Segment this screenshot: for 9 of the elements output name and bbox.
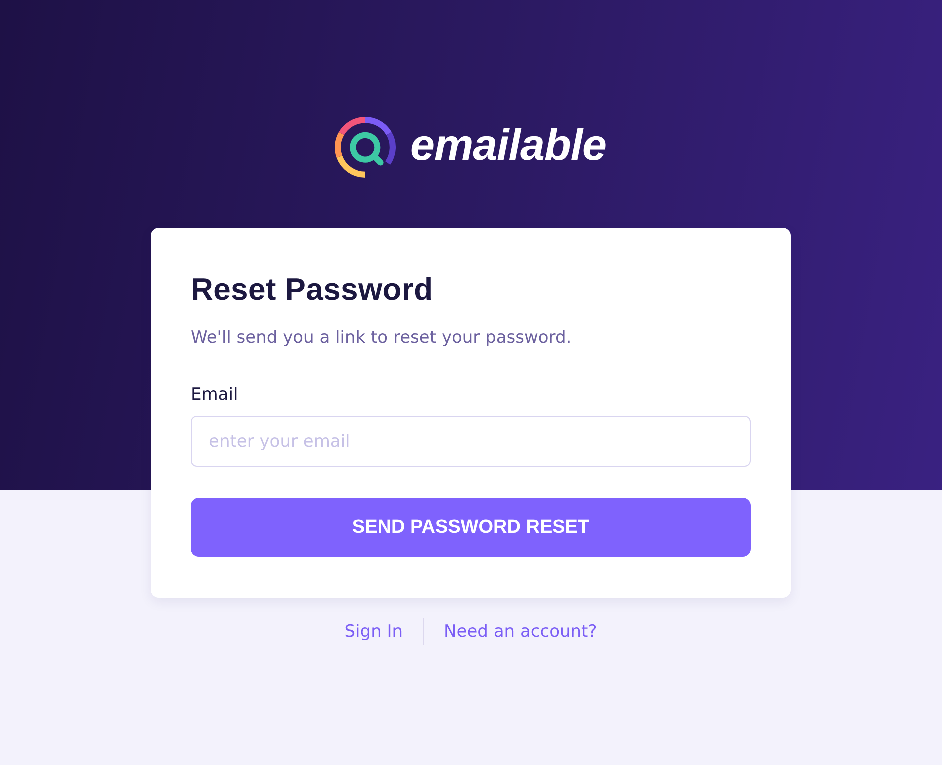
sign-in-link[interactable]: Sign In [324,620,424,642]
email-input[interactable]: enter your email [191,416,751,467]
card-title: Reset Password [191,272,434,308]
logo-icon [335,116,396,178]
field-label: Email [191,384,238,406]
sign-up-link[interactable]: Need an account? [424,620,618,642]
send-reset-button[interactable]: SEND PASSWORD RESET [191,498,751,557]
card-subtitle: We'll send you a link to reset your password. [191,327,573,349]
logo-wordmark: emailable [410,124,607,170]
